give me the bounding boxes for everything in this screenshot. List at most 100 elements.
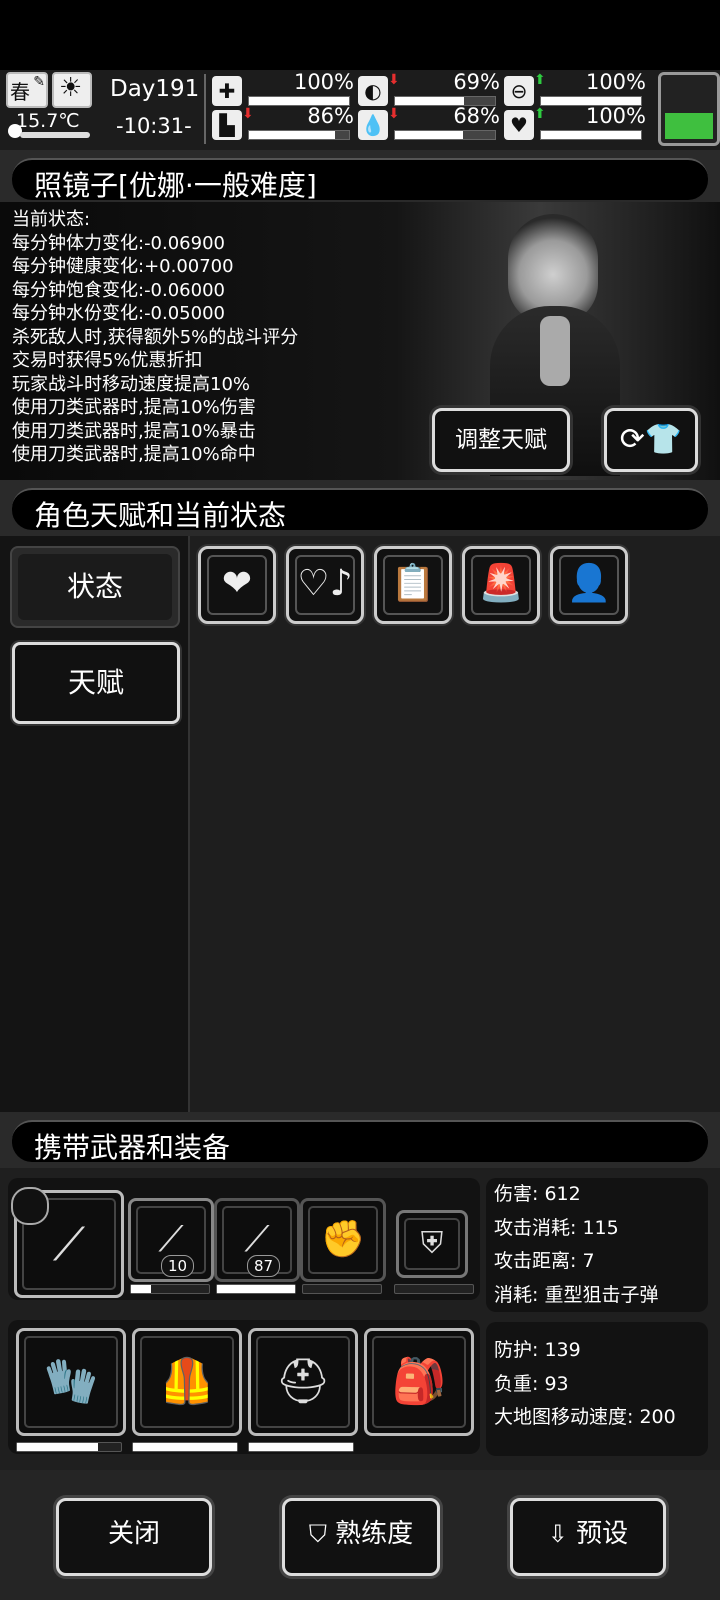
scope-icon [11,1187,49,1225]
heart-icon: ♥ [504,110,534,140]
armor-slot-backpack[interactable]: 🎒 [364,1328,474,1436]
stat-value: 100% [585,70,646,94]
change-outfit-button[interactable]: ⟳👕 [604,408,698,472]
mirror-title: 照镜子[优娜·一般难度] [34,169,317,202]
stat-value: 68% [453,104,500,128]
talent-title: 角色天赋和当前状态 [34,499,287,532]
outfit-swap-icon: ⟳👕 [619,422,683,457]
preset-label: 预设 [576,1519,629,1549]
weather-box: ☀ [52,72,92,108]
trend-up-icon: ⬆ [534,106,546,122]
person-heartbeat-status-tile[interactable]: 👤 [550,546,628,624]
preset-button[interactable]: ⇩ 预设 [510,1498,666,1576]
stat-value: 86% [307,104,354,128]
weapon-stat-line: 伤害: 612 [494,1183,581,1205]
helmet-icon: ⛑ [256,1336,350,1428]
temperature-bar [20,132,90,138]
proficiency-button[interactable]: ⛉ 熟练度 [282,1498,440,1576]
status-line: 交易时获得5%优惠折扣 [12,350,203,371]
stomach-icon: ◐ [358,76,388,106]
durability-bar-shield [394,1284,474,1294]
feather-icon: ✎ [33,74,45,90]
riot-shield-icon: ⛨ [404,1218,460,1270]
proficiency-label: 熟练度 [335,1519,414,1549]
weapon-slot-sniper[interactable]: ⟋ [11,1187,124,1298]
weapon-slot-shield[interactable]: ⛨ [396,1210,468,1278]
weapon-slot-fist[interactable]: ✊ [300,1198,386,1282]
tab-talent-label: 天赋 [67,666,124,699]
equipment-area: ⟋ ⟋ 10 ⟋ 87 ✊ ⛨ 伤害: 612 攻击消耗: 115 攻击距离: 7 消… [0,1168,720,1470]
close-label: 关闭 [107,1519,160,1549]
armor-stat-line: 防护: 139 [494,1339,581,1361]
stat-value: 69% [453,70,500,94]
alarm-person-icon: 🚨 [471,555,531,615]
clipboard-bandage-status-tile[interactable]: 📋 [374,546,452,624]
weapon-stats: 伤害: 612 攻击消耗: 115 攻击距离: 7 消耗: 重型狙击子弹 [494,1178,658,1312]
battery-fill [665,113,713,139]
status-line: 每分钟健康变化:+0.00700 [12,256,234,277]
adjust-talent-label: 调整天赋 [455,427,547,453]
proficiency-icon: ⛉ [308,1520,327,1548]
status-line: 每分钟体力变化:-0.06900 [12,232,225,254]
status-line: 杀死敌人时,获得额外5%的战斗评分 [12,326,299,348]
preset-icon: ⇩ [547,1520,568,1548]
alarm-person-status-tile[interactable]: 🚨 [462,546,540,624]
stat-bar [248,130,350,140]
medkit-icon: ✚ [212,76,242,106]
status-line: 当前状态: [12,209,91,230]
weapon-badge-rifle: 10 [161,1255,195,1277]
durability-bar-body [132,1442,238,1452]
tab-talent[interactable]: 天赋 [12,642,180,724]
season-label: 春 [10,80,30,104]
status-line: 每分钟水份变化:-0.05000 [12,303,225,324]
durability-bar-rifle [130,1284,210,1294]
stat-value: 100% [585,104,646,128]
status-line: 使用刀类武器时,提高10%暴击 [12,420,256,442]
equipment-header: 携带武器和装备 [0,1112,720,1168]
armor-slot-gloves[interactable]: 🧤 [16,1328,126,1436]
boot-icon: ▙ [212,110,242,140]
armor-slot-body[interactable]: 🦺 [132,1328,242,1436]
status-line: 玩家战斗时移动速度提高10% [12,373,251,395]
clipboard-bandage-icon: 📋 [383,555,443,615]
body-armor-icon: 🦺 [140,1336,234,1428]
bottom-bar: 关闭 ⛉ 熟练度 ⇩ 预设 [0,1470,720,1600]
armor-stat-line: 负重: 93 [494,1372,569,1395]
weapon-stat-line: 攻击消耗: 115 [494,1216,619,1239]
tab-column: 状态 天赋 [0,536,192,1114]
backpack-icon: 🎒 [372,1336,466,1428]
person-heartbeat-icon: 👤 [559,555,619,615]
day-label: Day191 [110,76,200,102]
armor-slot-helmet[interactable]: ⛑ [248,1328,358,1436]
time-label: -10:31- [116,114,192,138]
stat-value: 100% [293,70,354,94]
weapon-stat-line: 消耗: 重型狙击子弹 [494,1283,659,1306]
status-icons-panel: ❤ ♡♪ 📋 🚨 👤 [190,536,720,1114]
music-heart-icon: ♡♪ [295,555,355,615]
stat-bar [540,130,642,140]
status-line: 使用刀类武器时,提高10%命中 [12,444,256,465]
character-portrait-panel: 当前状态: 每分钟体力变化:-0.06900 每分钟健康变化:+0.00700 每分钟… [0,202,720,480]
tab-status[interactable]: 状态 [10,546,180,628]
status-description: 当前状态: 每分钟体力变化:-0.06900 每分钟健康变化:+0.00700 每分钟… [12,208,298,467]
heart-icon: ❤ [207,555,267,615]
water-drop-icon: 💧 [358,110,388,140]
temperature-gauge: 15.7℃ [6,110,90,142]
music-heart-status-tile[interactable]: ♡♪ [286,546,364,624]
talent-header: 角色天赋和当前状态 [0,480,720,536]
close-button[interactable]: 关闭 [56,1498,212,1576]
stat-bar [394,130,496,140]
battery-gauge [658,72,720,146]
durability-bar-helmet [248,1442,354,1452]
status-line: 每分钟饱食变化:-0.06000 [12,279,225,301]
trend-down-icon: ⬇ [388,106,400,122]
mirror-header: 照镜子[优娜·一般难度] [0,150,720,206]
armor-stat-line: 大地图移动速度: 200 [494,1406,676,1428]
weapon-slot-minigun[interactable]: ⟋ 87 [214,1198,300,1282]
armor-stats: 防护: 139 负重: 93 大地图移动速度: 200 [494,1334,676,1435]
adjust-talent-button[interactable]: 调整天赋 [432,408,570,472]
weapon-slot-rifle[interactable]: ⟋ 10 [128,1198,214,1282]
durability-bar-gloves [16,1442,122,1452]
sun-icon: ☀ [59,73,83,103]
heart-status-tile[interactable]: ❤ [198,546,276,624]
